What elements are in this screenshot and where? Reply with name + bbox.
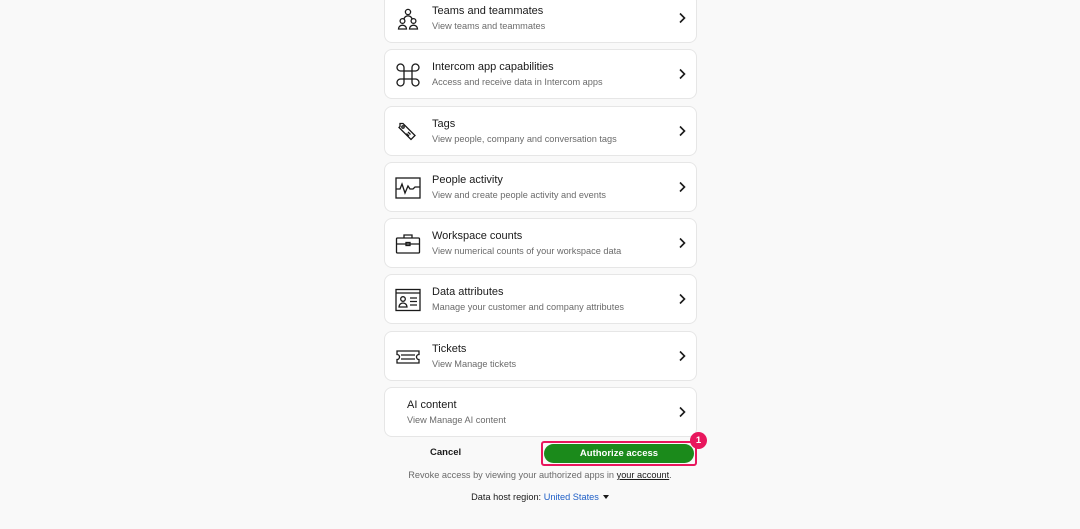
permission-item-teams[interactable]: Teams and teammates View teams and teamm… xyxy=(384,0,697,43)
permission-title: Workspace counts xyxy=(432,230,523,243)
permission-title: Intercom app capabilities xyxy=(432,61,554,74)
teams-icon xyxy=(395,6,421,32)
permission-desc: Manage your customer and company attribu… xyxy=(432,302,625,313)
permission-title: Teams and teammates xyxy=(432,5,544,17)
caret-down-icon xyxy=(602,495,609,499)
permission-item-workspace-counts[interactable]: Workspace counts View numerical counts o… xyxy=(384,218,697,269)
permission-desc: Access and receive data in Intercom apps xyxy=(432,77,603,88)
chevron-right-icon xyxy=(679,350,686,361)
revoke-text: Revoke access by viewing your authorized… xyxy=(408,470,615,480)
chevron-right-icon xyxy=(679,407,686,418)
tag-icon xyxy=(395,119,421,145)
chevron-right-icon xyxy=(679,238,686,249)
permissions-list: Teams and teammates View teams and teamm… xyxy=(384,0,697,443)
region-value: United States xyxy=(543,492,599,502)
region-select[interactable]: United States xyxy=(544,492,609,502)
permission-item-ai-content[interactable]: AI content View Manage AI content xyxy=(384,387,697,438)
permission-desc: View numerical counts of your workspace … xyxy=(432,246,622,257)
permission-title: Tickets xyxy=(432,342,467,355)
command-icon xyxy=(395,62,421,88)
permission-title: AI content xyxy=(407,399,457,412)
cancel-button[interactable]: Cancel xyxy=(430,447,461,458)
id-card-icon xyxy=(395,287,421,313)
chevron-right-icon xyxy=(679,181,686,192)
permission-item-data-attributes[interactable]: Data attributes Manage your customer and… xyxy=(384,274,697,325)
permission-item-people-activity[interactable]: People activity View and create people a… xyxy=(384,161,697,212)
chevron-right-icon xyxy=(679,294,686,305)
briefcase-icon xyxy=(395,231,421,257)
chevron-right-icon xyxy=(679,69,686,80)
permission-title: Tags xyxy=(432,117,456,130)
ticket-icon xyxy=(395,344,421,370)
authorize-access-button[interactable]: Authorize access xyxy=(544,444,694,463)
revoke-notice: Revoke access by viewing your authorized… xyxy=(0,470,1080,480)
permission-item-tags[interactable]: Tags View people, company and conversati… xyxy=(384,105,697,156)
action-bar: Cancel Authorize access xyxy=(384,440,697,468)
chevron-right-icon xyxy=(679,12,686,24)
activity-icon xyxy=(395,175,421,201)
permission-desc: View and create people activity and even… xyxy=(432,189,606,200)
revoke-suffix: . xyxy=(669,470,672,480)
step-badge: 1 xyxy=(690,432,707,449)
permission-title: Data attributes xyxy=(432,286,504,299)
permission-item-app-capabilities[interactable]: Intercom app capabilities Access and rec… xyxy=(384,49,697,100)
region-label: Data host region: xyxy=(471,492,542,502)
permission-desc: View Manage tickets xyxy=(432,358,517,369)
data-host-region: Data host region: United States xyxy=(0,492,1080,502)
permission-title: People activity xyxy=(432,173,503,186)
your-account-link[interactable]: your account xyxy=(617,470,670,480)
permission-item-tickets[interactable]: Tickets View Manage tickets xyxy=(384,330,697,381)
chevron-right-icon xyxy=(679,125,686,136)
permission-desc: View teams and teammates xyxy=(432,21,546,31)
permission-desc: View Manage AI content xyxy=(407,415,506,426)
permission-desc: View people, company and conversation ta… xyxy=(432,133,617,144)
